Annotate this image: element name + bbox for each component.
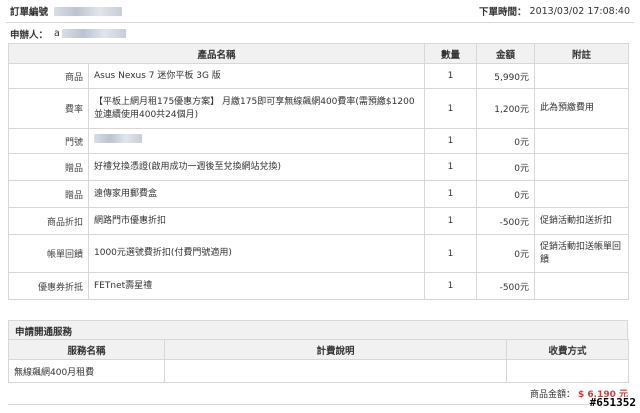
row-note: 促銷活動扣送折扣 bbox=[534, 207, 630, 235]
buyer-name-redacted bbox=[61, 29, 126, 38]
row-note bbox=[534, 272, 630, 300]
table-row: 優惠券折抵 FETnet壽星禮 1 -500元 bbox=[8, 272, 630, 300]
header-service-name: 服務名稱 bbox=[8, 339, 165, 360]
header-amount: 金額 bbox=[476, 43, 536, 64]
total-label: 商品金額： bbox=[529, 390, 575, 400]
order-date-label: 下單時間： bbox=[479, 7, 527, 18]
row-qty: 1 bbox=[424, 272, 478, 300]
table-row: 商品 Asus Nexus 7 迷你平板 3G 版 1 5,990元 bbox=[8, 63, 630, 89]
items-table: 產品名稱 數量 金額 附註 商品 Asus Nexus 7 迷你平板 3G 版 … bbox=[7, 43, 630, 300]
service-payment bbox=[506, 359, 629, 383]
row-qty: 1 bbox=[424, 180, 478, 208]
row-qty: 1 bbox=[424, 128, 478, 154]
row-amount: 1,200元 bbox=[476, 88, 536, 129]
table-row: 無線飆網400月租費 bbox=[8, 359, 629, 383]
services-section-title: 申請開通服務 bbox=[8, 320, 628, 341]
row-product: 網路門市優惠折扣 bbox=[87, 207, 426, 235]
row-category: 贈品 bbox=[8, 153, 89, 181]
table-row: 贈品 遠傳家用郵費盒 1 0元 bbox=[8, 180, 630, 208]
row-product bbox=[87, 128, 426, 154]
services-header-row: 服務名稱 計費說明 收費方式 bbox=[8, 339, 629, 360]
order-header: 訂單編號 下單時間： 2013/03/02 17:08:40 bbox=[6, 0, 634, 23]
row-product: 1000元選號費折扣(付費門號適用) bbox=[87, 234, 426, 273]
row-amount: 0元 bbox=[476, 128, 536, 154]
order-panel: 訂單編號 下單時間： 2013/03/02 17:08:40 申辦人： a bbox=[6, 0, 634, 44]
row-category: 門號 bbox=[8, 128, 89, 154]
row-qty: 1 bbox=[424, 234, 478, 273]
table-row: 費率 【平板上網月租175優惠方案】 月繳175即可享無線飆網400費率(需預繳… bbox=[8, 88, 630, 129]
order-number-redacted bbox=[54, 6, 123, 16]
row-note: 促銷活動扣送帳單回饋 bbox=[534, 234, 630, 273]
row-amount: 0元 bbox=[476, 180, 536, 208]
row-amount: 5,990元 bbox=[476, 63, 536, 89]
phone-number-redacted bbox=[94, 134, 142, 143]
row-product: FETnet壽星禮 bbox=[87, 272, 426, 300]
row-product: 遠傳家用郵費盒 bbox=[87, 180, 426, 208]
row-note bbox=[534, 63, 630, 89]
row-category: 帳單回饋 bbox=[8, 234, 89, 273]
row-amount: 0元 bbox=[476, 234, 536, 273]
table-row: 帳單回饋 1000元選號費折扣(付費門號適用) 1 0元 促銷活動扣送帳單回饋 bbox=[8, 234, 630, 273]
row-category: 商品 bbox=[8, 63, 89, 89]
row-note bbox=[534, 180, 630, 208]
row-amount: -500元 bbox=[476, 207, 536, 235]
row-category: 費率 bbox=[8, 88, 89, 129]
service-billing bbox=[164, 359, 507, 383]
header-qty: 數量 bbox=[424, 43, 478, 64]
header-payment: 收費方式 bbox=[506, 339, 629, 360]
order-number-label: 訂單編號 bbox=[10, 7, 49, 18]
header-product: 產品名稱 bbox=[7, 43, 426, 64]
row-product: 好禮兌換憑證(啟用成功一週後至兌換網站兌換) bbox=[87, 153, 426, 181]
table-row: 門號 1 0元 bbox=[8, 128, 630, 154]
row-category: 優惠券折抵 bbox=[8, 272, 89, 300]
header-note: 附註 bbox=[534, 43, 630, 64]
row-qty: 1 bbox=[424, 207, 478, 235]
row-category: 商品折扣 bbox=[8, 207, 89, 235]
totals-row: 商品金額： $ 6,190 元 bbox=[8, 383, 628, 405]
row-product: Asus Nexus 7 迷你平板 3G 版 bbox=[87, 63, 426, 89]
row-qty: 1 bbox=[424, 88, 478, 129]
row-amount: -500元 bbox=[476, 272, 536, 300]
row-product: 【平板上網月租175優惠方案】 月繳175即可享無線飆網400費率(需預繳$12… bbox=[87, 88, 426, 129]
row-note bbox=[534, 128, 630, 154]
order-date-value: 2013/03/02 17:08:40 bbox=[529, 5, 630, 17]
row-qty: 1 bbox=[424, 63, 478, 89]
watermark-id: #651352 bbox=[589, 396, 636, 409]
buyer-row: 申辦人： a bbox=[6, 23, 634, 44]
table-row: 商品折扣 網路門市優惠折扣 1 -500元 促銷活動扣送折扣 bbox=[8, 207, 630, 235]
row-amount: 0元 bbox=[476, 153, 536, 181]
service-name: 無線飆網400月租費 bbox=[8, 359, 165, 383]
row-qty: 1 bbox=[424, 153, 478, 181]
items-header-row: 產品名稱 數量 金額 附註 bbox=[7, 43, 630, 64]
buyer-name-initial: a bbox=[54, 28, 60, 39]
header-billing: 計費說明 bbox=[164, 339, 507, 360]
row-note: 此為預繳費用 bbox=[534, 88, 630, 129]
buyer-label: 申辦人： bbox=[10, 29, 49, 41]
row-category: 贈品 bbox=[8, 180, 89, 208]
row-note bbox=[534, 153, 630, 181]
table-row: 贈品 好禮兌換憑證(啟用成功一週後至兌換網站兌換) 1 0元 bbox=[8, 153, 630, 181]
services-table: 服務名稱 計費說明 收費方式 無線飆網400月租費 bbox=[8, 339, 629, 383]
